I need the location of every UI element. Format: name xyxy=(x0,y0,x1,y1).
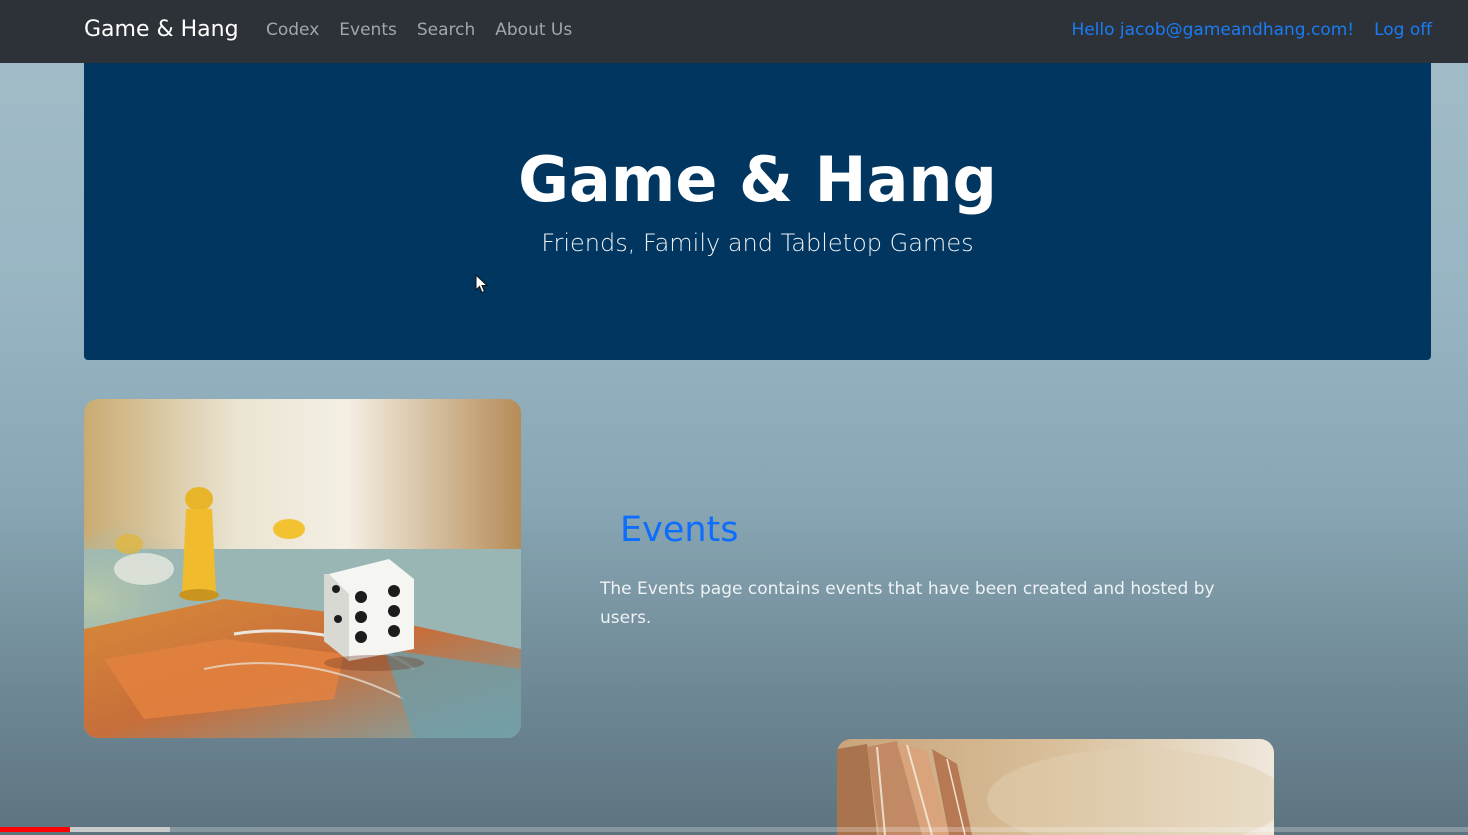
events-description: The Events page contains events that hav… xyxy=(600,579,1215,628)
nav-user-area: Hello jacob@gameandhang.com! Log off xyxy=(1071,20,1432,40)
mouse-cursor-icon xyxy=(475,274,489,294)
nav-link-search[interactable]: Search xyxy=(417,20,475,40)
brand-link[interactable]: Game & Hang xyxy=(84,17,239,42)
open-book-image xyxy=(837,739,1274,835)
log-off-link[interactable]: Log off xyxy=(1374,20,1432,40)
user-greeting-link[interactable]: Hello jacob@gameandhang.com! xyxy=(1071,20,1354,40)
video-played-bar xyxy=(0,827,71,832)
board-game-dice-image xyxy=(84,399,521,738)
hero-subtitle: Friends, Family and Tabletop Games xyxy=(541,229,974,257)
nav-link-about-us[interactable]: About Us xyxy=(495,20,572,40)
events-heading-link[interactable]: Events xyxy=(620,510,739,550)
nav-links: Codex Events Search About Us xyxy=(266,20,572,40)
video-progress-bar[interactable] xyxy=(0,827,1468,832)
nav-link-events[interactable]: Events xyxy=(339,20,397,40)
hero-title: Game & Hang xyxy=(518,143,997,216)
top-navbar: Game & Hang Codex Events Search About Us… xyxy=(0,0,1468,63)
hero-banner: Game & Hang Friends, Family and Tabletop… xyxy=(84,63,1431,360)
nav-link-codex[interactable]: Codex xyxy=(266,20,319,40)
